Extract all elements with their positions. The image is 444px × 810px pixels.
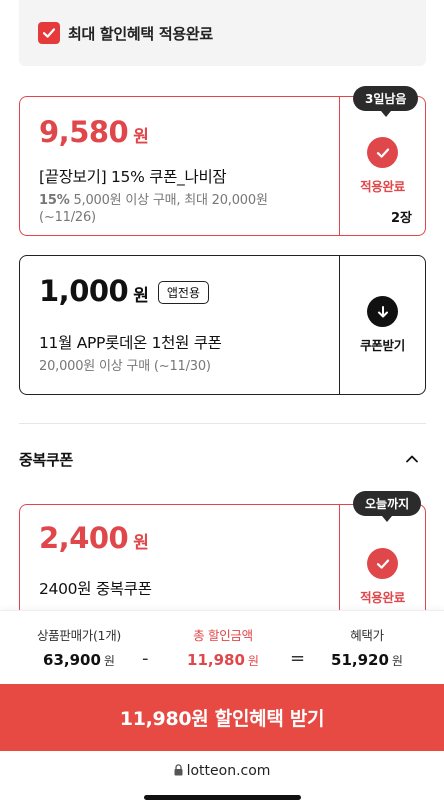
coupon-desc: 15% 5,000원 이상 구매, 최대 20,000원 (~11/26) xyxy=(39,192,340,226)
browser-bottom-bar: lotteon.com xyxy=(0,751,444,810)
lock-icon xyxy=(174,764,183,780)
total-discount-label: 총 할인금액 xyxy=(193,628,253,643)
coupon-apply-button[interactable]: 적용완료 xyxy=(339,97,425,235)
check-circle-icon xyxy=(367,548,398,579)
coupon-name: [끝장보기] 15% 쿠폰_나비잠 xyxy=(39,168,227,186)
coupon-action-label: 쿠폰받기 xyxy=(360,338,405,353)
home-indicator xyxy=(144,795,301,800)
coupon-amount-unit: 원 xyxy=(133,286,149,306)
expiry-tooltip: 3일남음 xyxy=(353,86,419,117)
url-text: lotteon.com xyxy=(186,763,271,779)
get-discount-button[interactable]: 11,980원 할인혜택 받기 xyxy=(0,684,444,751)
coupon-amount-unit: 원 xyxy=(133,127,149,147)
check-circle-icon xyxy=(367,137,398,168)
benefit-price: 혜택가 51,920 원 xyxy=(312,625,422,669)
coupon-status-label: 적용완료 xyxy=(360,590,405,605)
coupon-name: 11월 APP롯데온 1천원 쿠폰 xyxy=(39,334,222,352)
download-arrow-icon xyxy=(367,296,398,327)
coupon-desc-period: (~11/26) xyxy=(39,210,96,225)
coupon-amount: 2,400 xyxy=(39,521,129,555)
coupon-desc: 20,000원 이상 구매 (~11/30) xyxy=(39,359,211,374)
coupon-download-button[interactable]: 쿠폰받기 xyxy=(339,256,425,394)
coupon-card[interactable]: 9,580 원 [끝장보기] 15% 쿠폰_나비잠 15% 5,000원 이상 … xyxy=(19,96,426,236)
max-discount-banner[interactable]: 최대 할인혜택 적용완료 xyxy=(19,0,426,66)
section-title-stack-coupon: 중복쿠폰 xyxy=(19,451,74,469)
section-divider xyxy=(19,423,426,424)
chevron-up-icon[interactable] xyxy=(405,451,419,470)
price-summary: 상품판매가(1개) 63,900 원 - 총 할인금액 11,980 원 = 혜택가… xyxy=(0,610,444,684)
coupon-amount: 1,000 xyxy=(39,274,129,308)
minus-sign: - xyxy=(142,648,149,669)
expiry-tooltip: 오늘까지 xyxy=(353,491,422,522)
checkbox-checked-icon[interactable] xyxy=(38,22,60,44)
app-only-badge: 앱전용 xyxy=(157,281,209,304)
total-discount-value: 11,980 xyxy=(187,651,245,669)
equals-sign: = xyxy=(290,648,306,669)
currency-unit: 원 xyxy=(391,654,403,668)
total-discount: 총 할인금액 11,980 원 xyxy=(168,625,278,669)
banner-text: 최대 할인혜택 적용완료 xyxy=(68,24,213,43)
original-price-value: 63,900 xyxy=(43,651,101,669)
original-price-label: 상품판매가(1개) xyxy=(36,628,121,643)
coupon-amount-unit: 원 xyxy=(133,533,149,553)
coupon-desc-rate: 15% xyxy=(39,193,70,208)
original-price: 상품판매가(1개) 63,900 원 xyxy=(24,625,134,669)
coupon-count: 2장 xyxy=(390,211,412,226)
coupon-name: 2400원 중복쿠폰 xyxy=(39,580,152,598)
coupon-status-label: 적용완료 xyxy=(360,179,405,194)
currency-unit: 원 xyxy=(247,654,259,668)
coupon-desc-condition: 5,000원 이상 구매, 최대 20,000원 xyxy=(69,193,268,208)
currency-unit: 원 xyxy=(103,654,115,668)
benefit-price-value: 51,920 xyxy=(331,651,389,669)
url-display[interactable]: lotteon.com xyxy=(0,763,444,780)
coupon-card[interactable]: 1,000 원 앱전용 11월 APP롯데온 1천원 쿠폰 20,000원 이상… xyxy=(19,255,426,395)
benefit-price-label: 혜택가 xyxy=(350,628,384,643)
coupon-amount: 9,580 xyxy=(39,115,129,149)
